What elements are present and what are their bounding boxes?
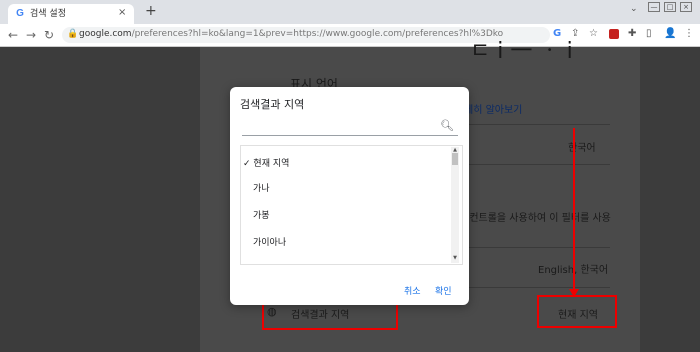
- region-dialog: 검색결과 지역 🔍︎ ✓ 현재 지역 가나 가봉 가이아나 ▲ ▼ 취소 확인: [230, 87, 469, 305]
- scrollbar-thumb[interactable]: [452, 153, 458, 165]
- list-item[interactable]: 가이아나: [253, 235, 286, 248]
- annotation-arrowhead-icon: [569, 289, 579, 297]
- dialog-title: 검색결과 지역: [240, 98, 305, 111]
- list-item-current-region[interactable]: ✓ 현재 지역: [243, 156, 289, 169]
- tab-close-icon[interactable]: ×: [118, 7, 126, 18]
- filter-description: e 컨트롤을 사용하여 이 필터를 사용: [460, 213, 611, 224]
- scroll-down-icon[interactable]: ▼: [452, 255, 458, 261]
- lock-icon: 🔒: [67, 29, 79, 39]
- window-close-button[interactable]: ×: [680, 2, 692, 12]
- side-panel-icon[interactable]: ▯: [646, 28, 652, 40]
- page-heading: ㄷ ⅰ 一 ㆍ ⅰ: [470, 39, 573, 64]
- url-text: google.com/preferences?hl=ko&lang=1&prev…: [79, 29, 504, 39]
- extensions-puzzle-icon[interactable]: ✚: [628, 28, 636, 40]
- cancel-button[interactable]: 취소: [404, 284, 421, 297]
- profile-icon[interactable]: 👤: [664, 28, 676, 40]
- browser-toolbar: ← → ↻ 🔒 google.com/preferences?hl=ko&lan…: [0, 24, 700, 47]
- list-item[interactable]: 가봉: [253, 208, 270, 221]
- new-tab-button[interactable]: +: [145, 3, 157, 19]
- region-list[interactable]: ✓ 현재 지역 가나 가봉 가이아나 ▲ ▼: [240, 145, 463, 265]
- region-search-input[interactable]: 🔍︎: [242, 115, 458, 136]
- annotation-box-region-value: [537, 295, 617, 328]
- tab-search-icon[interactable]: ⌄: [630, 4, 638, 14]
- browser-tab-strip: G 검색 설정 × + ⌄ — □ ×: [0, 0, 700, 24]
- menu-kebab-icon[interactable]: ⋮: [684, 28, 694, 40]
- minimize-button[interactable]: —: [648, 2, 660, 12]
- checkmark-icon: ✓: [243, 159, 251, 169]
- search-icon[interactable]: 🔍︎: [440, 119, 454, 132]
- google-favicon-icon: G: [16, 8, 24, 19]
- browser-tab[interactable]: G 검색 설정 ×: [8, 4, 134, 24]
- tab-title: 검색 설정: [30, 9, 66, 19]
- maximize-button[interactable]: □: [664, 2, 676, 12]
- bookmark-star-icon[interactable]: ☆: [589, 28, 598, 40]
- list-item[interactable]: 가나: [253, 181, 270, 194]
- annotation-arrow-line: [573, 128, 575, 290]
- annotation-box-region-label: [262, 301, 398, 330]
- confirm-button[interactable]: 확인: [435, 284, 452, 297]
- list-scrollbar[interactable]: ▲ ▼: [451, 147, 459, 263]
- reload-icon[interactable]: ↻: [44, 28, 54, 42]
- extension-red-icon[interactable]: [609, 29, 619, 39]
- forward-arrow-icon[interactable]: →: [26, 28, 36, 42]
- back-arrow-icon[interactable]: ←: [8, 28, 18, 42]
- learn-more-link[interactable]: 세히 알아보기: [464, 101, 522, 116]
